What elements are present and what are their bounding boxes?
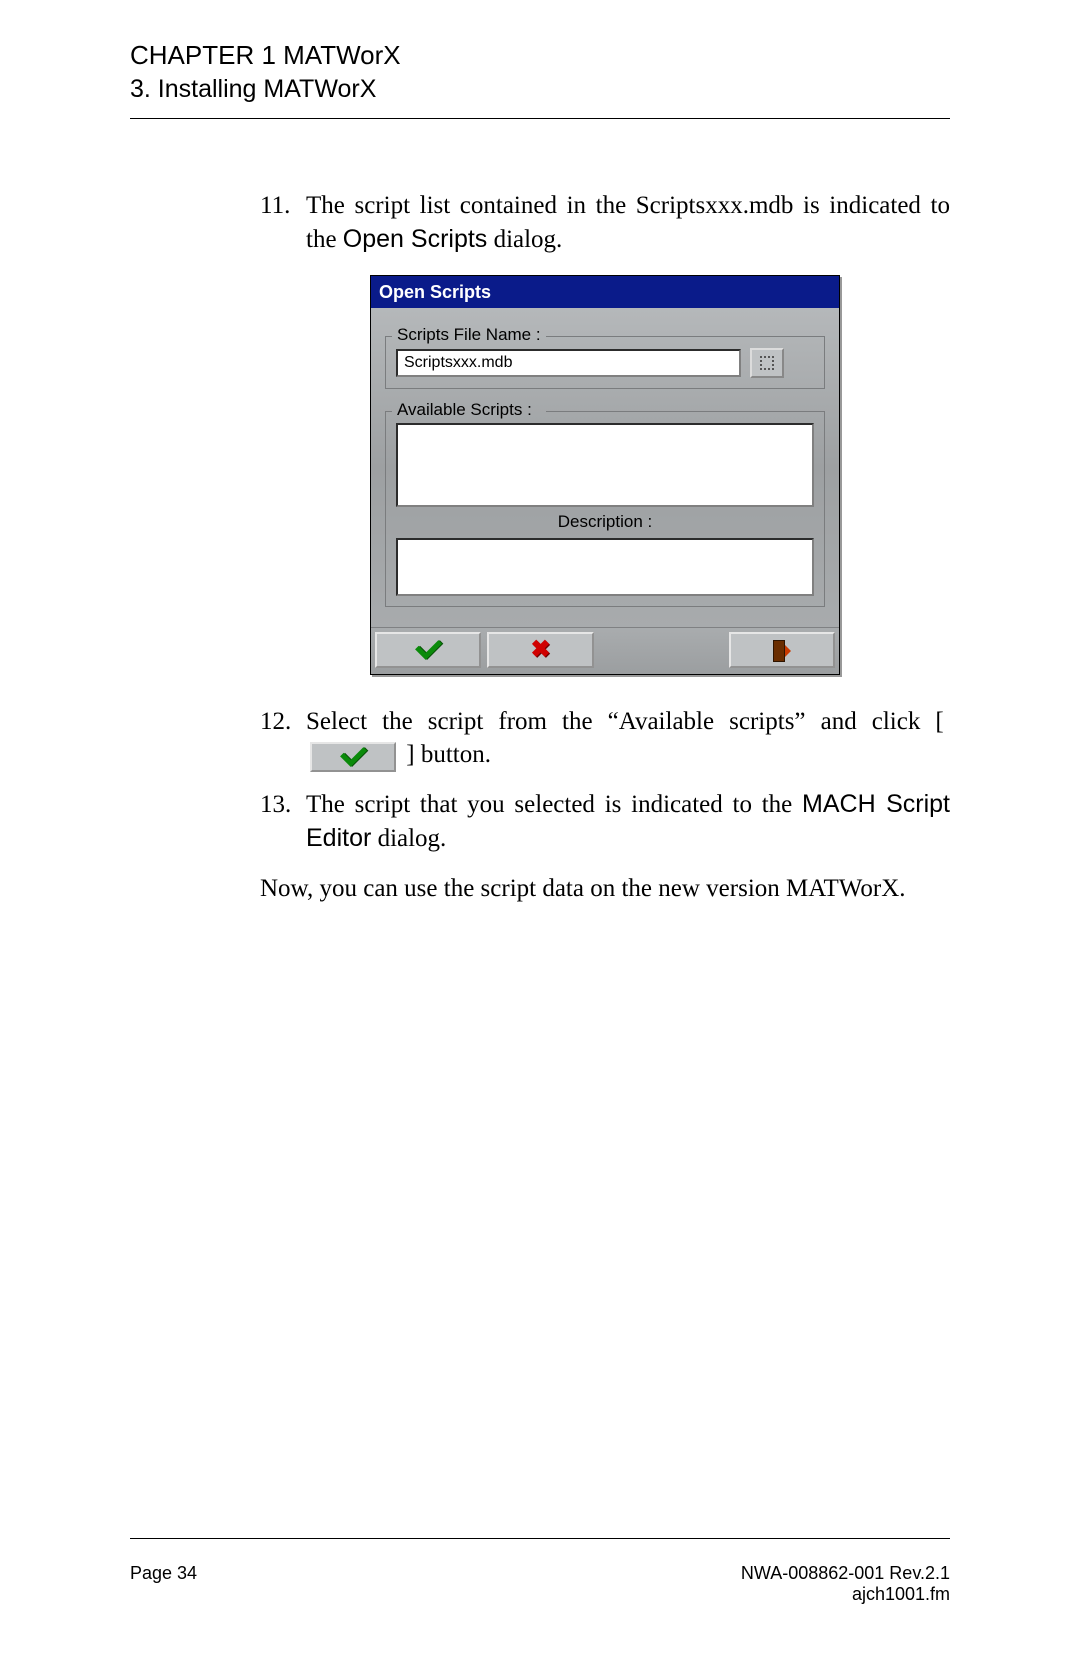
dialog-titlebar: Open Scripts [371, 276, 839, 308]
available-scripts-group: Available Scripts : Description : [385, 411, 825, 607]
inline-ok-button [310, 742, 396, 772]
step-text: The script that you selected is indicate… [306, 791, 802, 818]
section-title: 3. Installing MATWorX [130, 75, 950, 104]
dialog-body: Scripts File Name : Available Scripts : … [371, 308, 839, 627]
exit-icon [773, 640, 791, 660]
browse-icon [760, 356, 774, 370]
closing-text: Now, you can use the script data on the … [260, 872, 950, 906]
content-area: 11. The script list contained in the Scr… [130, 189, 950, 905]
file-name: ajch1001.fm [741, 1584, 950, 1605]
step-text-after: ] button. [400, 741, 491, 768]
file-name-group: Scripts File Name : [385, 336, 825, 389]
step-body: The script that you selected is indicate… [306, 788, 950, 856]
cancel-button[interactable]: ✖ [487, 632, 593, 668]
chapter-title: CHAPTER 1 MATWorX [130, 40, 950, 71]
dialog-name-text: Open Scripts [343, 225, 488, 253]
step-12: 12. Select the script from the “Availabl… [260, 705, 950, 773]
check-icon [342, 752, 365, 761]
header-rule [130, 118, 950, 119]
document-page: CHAPTER 1 MATWorX 3. Installing MATWorX … [0, 0, 1080, 1669]
step-text-after: dialog. [371, 825, 446, 852]
step-text-after: dialog. [487, 226, 562, 253]
step-body: Select the script from the “Available sc… [306, 705, 950, 773]
step-13: 13. The script that you selected is indi… [260, 788, 950, 856]
description-label: Description : [396, 511, 814, 534]
x-icon: ✖ [531, 638, 551, 662]
page-header: CHAPTER 1 MATWorX 3. Installing MATWorX [130, 40, 950, 104]
available-scripts-label: Available Scripts : [394, 399, 535, 422]
open-scripts-dialog: Open Scripts Scripts File Name : Availab… [370, 275, 840, 675]
dialog-button-row: ✖ [371, 627, 839, 674]
step-11: 11. The script list contained in the Scr… [260, 189, 950, 257]
exit-button[interactable] [729, 632, 835, 668]
browse-button[interactable] [750, 348, 784, 378]
page-number: Page 34 [130, 1563, 197, 1605]
step-number: 11. [260, 189, 306, 257]
step-text: Select the script from the “Available sc… [306, 708, 950, 735]
step-number: 12. [260, 705, 306, 773]
ok-button[interactable] [375, 632, 481, 668]
page-footer: Page 34 NWA-008862-001 Rev.2.1 ajch1001.… [130, 1563, 950, 1605]
step-body: The script list contained in the Scripts… [306, 189, 950, 257]
step-number: 13. [260, 788, 306, 856]
dialog-screenshot: Open Scripts Scripts File Name : Availab… [260, 275, 950, 675]
file-name-input[interactable] [396, 349, 741, 377]
description-box[interactable] [396, 538, 814, 596]
check-icon [417, 645, 440, 654]
footer-right: NWA-008862-001 Rev.2.1 ajch1001.fm [741, 1563, 950, 1605]
footer-rule [130, 1538, 950, 1539]
doc-id: NWA-008862-001 Rev.2.1 [741, 1563, 950, 1584]
available-scripts-listbox[interactable] [396, 423, 814, 507]
file-name-label: Scripts File Name : [394, 324, 544, 347]
